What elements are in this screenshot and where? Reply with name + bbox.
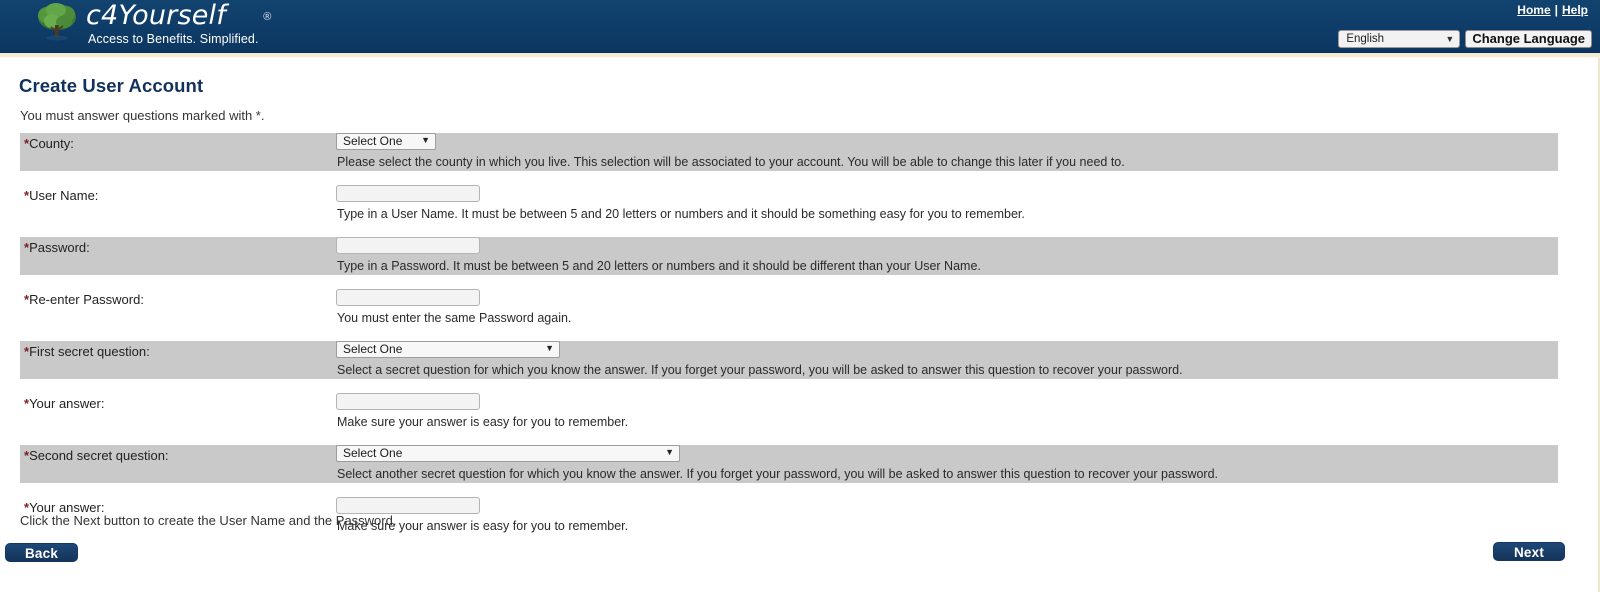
field-help-text: You must enter the same Password again.: [20, 309, 1558, 327]
tree-icon: [34, 1, 80, 41]
form-row-field: *Re-enter Password:: [20, 289, 1558, 309]
input-password[interactable]: [336, 237, 480, 254]
field-control: Select One ▼: [333, 341, 1558, 361]
form-row: *First secret question: Select One ▼ Select…: [20, 341, 1558, 379]
field-control: [333, 289, 1558, 309]
language-select[interactable]: English ▼: [1338, 30, 1461, 48]
field-label-text: Password:: [29, 239, 90, 255]
field-help-text-value: Please select the county in which you li…: [337, 155, 1125, 169]
registered-mark-icon: ®: [263, 11, 272, 23]
form-row: *County: Select One ▼ Please select the cou…: [20, 133, 1558, 171]
field-label-text: Second secret question:: [29, 447, 169, 463]
form-row-field: *Second secret question: Select One ▼: [20, 445, 1558, 465]
page-title: Create User Account: [19, 75, 204, 96]
form-row-field: *First secret question: Select One ▼: [20, 341, 1558, 361]
header-links: Home | Help: [1517, 3, 1588, 17]
row-spacer: [20, 431, 1558, 445]
form-row: *User Name: Type in a User Name. It must …: [20, 185, 1558, 223]
chevron-down-icon: ▼: [665, 447, 674, 458]
row-spacer: [20, 171, 1558, 185]
form-row: *Re-enter Password: You must enter the sa…: [20, 289, 1558, 327]
field-label-text: User Name:: [29, 187, 99, 203]
create-account-form: *County: Select One ▼ Please select the cou…: [20, 133, 1558, 549]
field-label: *User Name:: [20, 188, 333, 203]
form-row: *Second secret question: Select One ▼ Selec…: [20, 445, 1558, 483]
field-control: Select One ▼: [333, 445, 1558, 465]
change-language-button[interactable]: Change Language: [1465, 30, 1592, 48]
field-help-text: Please select the county in which you li…: [20, 153, 1558, 171]
field-label: *Second secret question:: [20, 448, 333, 463]
field-help-text: Make sure your answer is easy for you to…: [20, 413, 1558, 431]
select-second-secret-question[interactable]: Select One ▼: [336, 445, 680, 463]
row-spacer: [20, 327, 1558, 341]
field-help-text: Select another secret question for which…: [20, 465, 1558, 483]
field-label: *County:: [20, 136, 333, 151]
page-subtitle: You must answer questions marked with *.: [20, 108, 265, 123]
closing-instruction: Click the Next button to create the User…: [20, 513, 397, 528]
form-row: *Your answer: Make sure your answer is ea…: [20, 393, 1558, 431]
field-help-text: Type in a Password. It must be between 5…: [20, 257, 1558, 275]
chevron-down-icon: ▼: [421, 135, 430, 146]
page-body: Create User Account You must answer ques…: [0, 58, 1600, 592]
input-re-enter-password[interactable]: [336, 289, 480, 306]
field-control: [333, 497, 1558, 517]
row-spacer: [20, 379, 1558, 393]
field-help-text: Type in a User Name. It must be between …: [20, 205, 1558, 223]
brand-text: c4Yourself ® Access to Benefits. Simplifi…: [86, 0, 271, 47]
form-row-field: *User Name:: [20, 185, 1558, 205]
form-row-field: *County: Select One ▼: [20, 133, 1558, 153]
field-control: [333, 185, 1558, 205]
field-control: Select One ▼: [333, 133, 1558, 153]
input-user-name[interactable]: [336, 185, 480, 202]
field-help-text-value: You must enter the same Password again.: [337, 311, 572, 325]
input-your-answer[interactable]: [336, 393, 480, 410]
field-label-text: Re-enter Password:: [29, 291, 144, 307]
row-spacer: [20, 483, 1558, 497]
form-row-field: *Your answer:: [20, 393, 1558, 413]
field-help-text-value: Select a secret question for which you k…: [337, 363, 1183, 377]
next-button[interactable]: Next: [1493, 542, 1565, 561]
field-control: [333, 393, 1558, 413]
chevron-down-icon: ▼: [545, 343, 554, 354]
row-spacer: [20, 223, 1558, 237]
brand-logo[interactable]: c4Yourself ® Access to Benefits. Simplifi…: [34, 0, 271, 47]
select-county[interactable]: Select One ▼: [336, 133, 436, 151]
select-value: Select One: [343, 342, 403, 357]
field-help-text: Select a secret question for which you k…: [20, 361, 1558, 379]
brand-name-text: c4Yourself: [86, 0, 226, 31]
field-help-text-value: Type in a Password. It must be between 5…: [337, 259, 981, 273]
language-select-value: English: [1346, 33, 1385, 45]
home-link[interactable]: Home: [1517, 3, 1550, 17]
field-label-text: First secret question:: [29, 343, 150, 359]
input-your-answer[interactable]: [336, 497, 480, 514]
brand-tagline: Access to Benefits. Simplified.: [88, 32, 259, 46]
chevron-down-icon: ▼: [1445, 34, 1455, 44]
row-spacer: [20, 275, 1558, 289]
field-help-text-value: Select another secret question for which…: [337, 467, 1219, 481]
site-header: c4Yourself ® Access to Benefits. Simplifi…: [0, 0, 1600, 53]
field-help-text-value: Make sure your answer is easy for you to…: [337, 415, 629, 429]
form-row-field: *Password:: [20, 237, 1558, 257]
field-label: *Password:: [20, 240, 333, 255]
row-spacer: [20, 535, 1558, 549]
help-link[interactable]: Help: [1562, 3, 1588, 17]
field-label-text: County:: [29, 135, 74, 151]
select-value: Select One: [343, 134, 403, 149]
language-controls: English ▼ Change Language: [1338, 30, 1592, 48]
brand-name: c4Yourself ®: [86, 0, 271, 31]
select-value: Select One: [343, 446, 403, 461]
form-row: *Password: Type in a Password. It must be…: [20, 237, 1558, 275]
field-control: [333, 237, 1558, 257]
field-label-text: Your answer:: [29, 395, 105, 411]
select-first-secret-question[interactable]: Select One ▼: [336, 341, 560, 359]
field-label: *Re-enter Password:: [20, 292, 333, 307]
back-button[interactable]: Back: [5, 543, 78, 562]
field-label: *Your answer:: [20, 396, 333, 411]
field-label: *First secret question:: [20, 344, 333, 359]
field-help-text-value: Type in a User Name. It must be between …: [337, 207, 1025, 221]
link-separator: |: [1554, 3, 1558, 17]
